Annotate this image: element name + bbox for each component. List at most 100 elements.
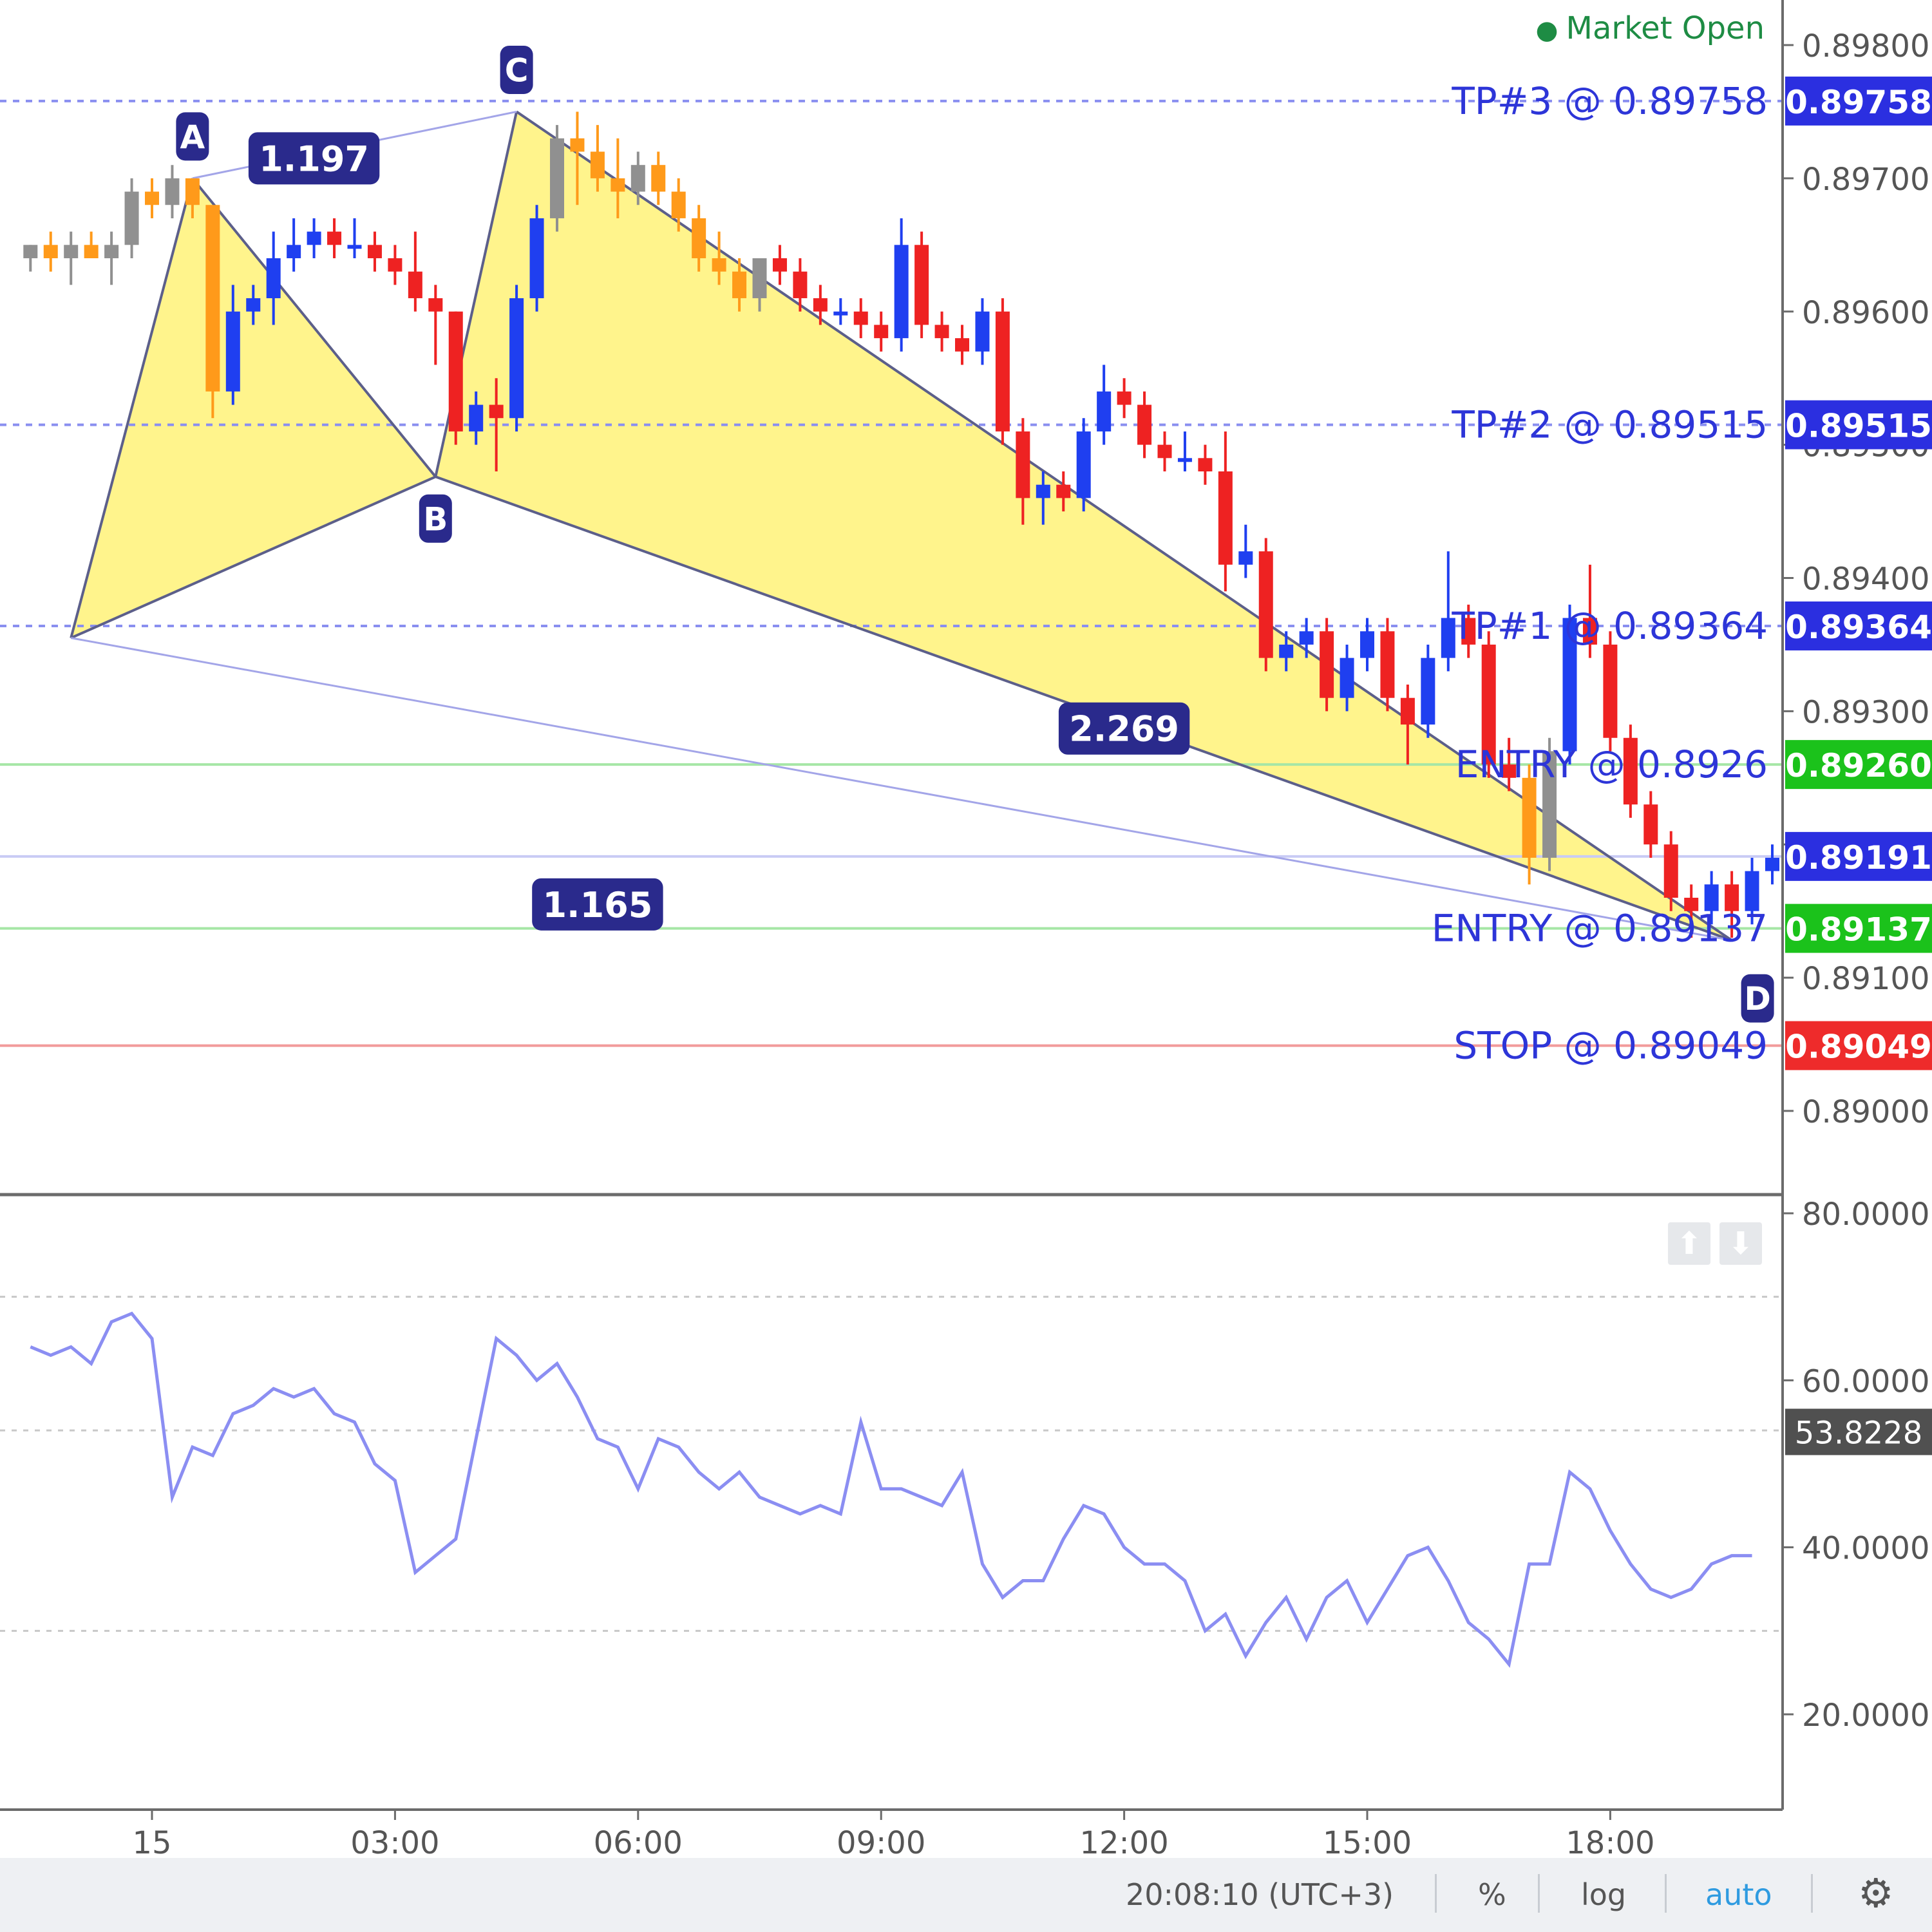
candle: [772, 245, 787, 285]
candle: [327, 218, 342, 258]
candle: [347, 218, 362, 258]
candle-body: [1522, 777, 1537, 858]
candle: [1117, 378, 1132, 419]
candle: [448, 311, 463, 445]
time-tick-label: 18:00: [1566, 1825, 1654, 1861]
move-pane-up-icon[interactable]: ⬆: [1668, 1222, 1710, 1265]
candle: [1258, 538, 1273, 672]
candle-body: [934, 325, 949, 339]
market-status: ● Market Open: [1536, 10, 1765, 46]
candle-body: [550, 138, 564, 218]
candle: [1603, 631, 1618, 752]
candle-body: [732, 271, 747, 299]
candle: [833, 298, 848, 325]
candle: [975, 298, 990, 365]
candle-body: [145, 191, 159, 205]
candle-body: [448, 311, 463, 431]
candle-body: [955, 338, 969, 352]
candle: [1360, 618, 1374, 672]
move-pane-down-icon[interactable]: ⬇: [1719, 1222, 1762, 1265]
candle: [1238, 524, 1253, 578]
candle-body: [509, 298, 524, 419]
log-toggle[interactable]: log: [1581, 1877, 1626, 1912]
candle: [529, 205, 544, 312]
candle-body: [712, 258, 726, 272]
candle-body: [1400, 697, 1415, 725]
candle-body: [894, 245, 909, 339]
level-label-tp3: TP#3 @ 0.89758: [1451, 79, 1768, 123]
candle-body: [266, 258, 281, 299]
candle-body: [428, 298, 443, 312]
oscillator-tick-label: 80.0000: [1802, 1197, 1930, 1233]
candle-body: [347, 245, 362, 249]
candle: [408, 231, 422, 312]
candle-body: [1299, 631, 1314, 645]
time-tick-label: 06:00: [594, 1825, 683, 1861]
candle: [934, 311, 949, 352]
candle-body: [1360, 631, 1374, 658]
trading-chart[interactable]: A B C D 1.197 2.269 1.165 TP#3 @ 0.89758 TP#2 @ …: [0, 0, 1932, 1932]
price-tick-label: 0.89700: [1802, 162, 1930, 198]
candle-body: [104, 245, 119, 258]
candle: [1076, 418, 1091, 512]
candle-body: [1258, 551, 1273, 658]
clock: 20:08:10 (UTC+3): [1126, 1877, 1394, 1912]
candle-body: [64, 245, 79, 258]
status-dot-icon: ●: [1535, 15, 1558, 45]
price-tag-label-tp3: 0.89758: [1785, 84, 1932, 121]
status-separator: [1538, 1874, 1540, 1913]
candle: [955, 325, 969, 365]
candle: [1137, 391, 1152, 459]
candle-body: [43, 245, 58, 258]
oscillator-tick-label: 60.0000: [1802, 1363, 1930, 1399]
oscillator-line: [30, 1311, 1752, 1668]
auto-toggle[interactable]: auto: [1705, 1877, 1772, 1912]
candle-body: [570, 138, 585, 152]
candle-body: [84, 245, 99, 258]
level-label-entry1: ENTRY @ 0.8926: [1455, 743, 1768, 786]
percent-toggle[interactable]: %: [1478, 1877, 1506, 1912]
point-a-label: A: [180, 118, 205, 156]
level-label-entry2: ENTRY @ 0.89137: [1432, 907, 1768, 951]
candle: [1421, 644, 1435, 738]
pane-controls: ⬆ ⬇: [1668, 1222, 1762, 1265]
candle-body: [874, 325, 889, 339]
candle: [894, 218, 909, 352]
time-tick-label: 12:00: [1079, 1825, 1168, 1861]
status-separator: [1811, 1874, 1813, 1913]
candle: [287, 218, 301, 272]
candle-body: [327, 231, 342, 245]
candle-body: [914, 245, 929, 325]
candle: [550, 125, 564, 232]
candle: [124, 178, 139, 258]
candle: [509, 285, 524, 431]
time-tick-label: 15:00: [1323, 1825, 1412, 1861]
candle: [104, 231, 119, 285]
status-separator: [1435, 1874, 1437, 1913]
ratio-label: 1.197: [259, 138, 369, 179]
gear-icon[interactable]: ⚙: [1858, 1870, 1894, 1917]
price-tick-label: 0.89600: [1802, 295, 1930, 331]
price-tag-label-entry1: 0.89260: [1785, 747, 1932, 784]
candle: [1097, 365, 1112, 445]
price-tag-label-tp1: 0.89364: [1785, 609, 1932, 646]
price-tick-label: 0.89300: [1802, 694, 1930, 730]
candle: [1198, 444, 1213, 485]
time-tick-label: 09:00: [837, 1825, 925, 1861]
candle-body: [23, 245, 38, 258]
candle-body: [772, 258, 787, 272]
candle-body: [1320, 631, 1334, 698]
candle-body: [1279, 644, 1294, 658]
price-tag-label-entry2: 0.89137: [1785, 911, 1932, 949]
price-tag-label-stop: 0.89049: [1785, 1028, 1932, 1066]
candle-body: [975, 311, 990, 352]
pattern-bcd-fill: [435, 111, 1732, 941]
price-tag-label-tp2: 0.89515: [1785, 408, 1932, 445]
candle: [367, 231, 382, 272]
candle-body: [489, 404, 504, 419]
candle-body: [408, 271, 422, 299]
level-label-tp2: TP#2 @ 0.89515: [1451, 403, 1768, 447]
candle-body: [630, 165, 645, 192]
candle: [1157, 431, 1172, 471]
candle-body: [1218, 471, 1233, 565]
